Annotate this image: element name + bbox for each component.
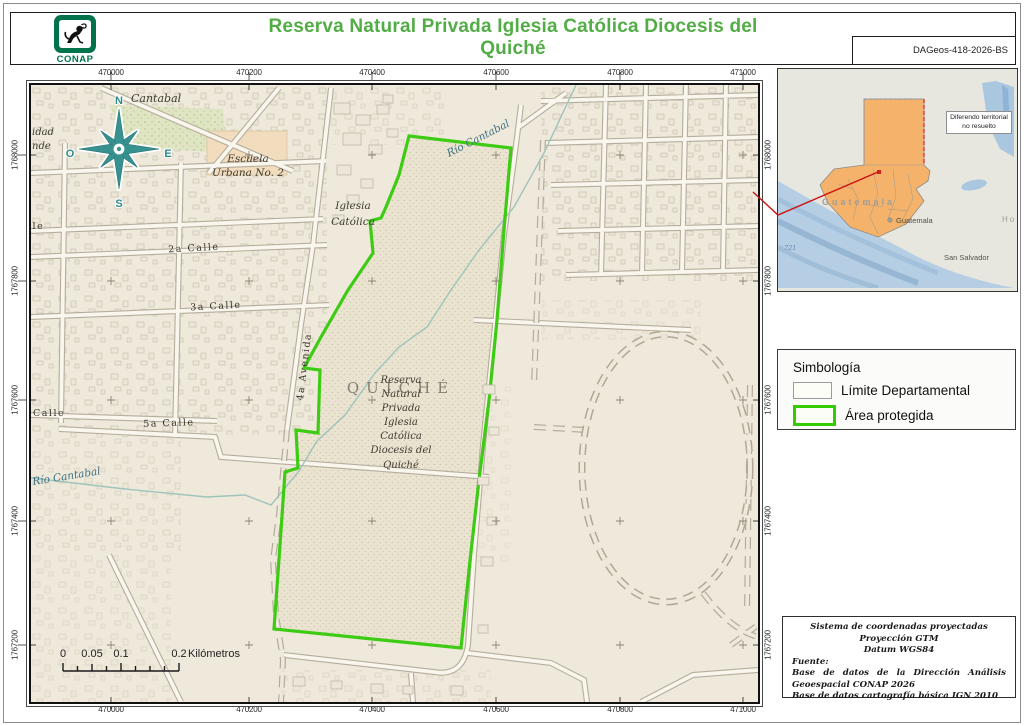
credits-source1: Base de datos de la Dirección Análisis G… [792, 668, 1006, 691]
scale-02: 0.2 [171, 648, 186, 660]
protected-swatch [793, 405, 836, 426]
compass-e: E [164, 148, 171, 160]
xtick-top: 471000 [730, 68, 756, 77]
departmental-swatch [793, 382, 832, 399]
ytick-right: 1768000 [764, 140, 773, 170]
street-calle-partial: lle [31, 221, 44, 232]
doc-code: DAGeos-418-2026-BS [852, 36, 1015, 64]
inset-depth-label: 721 [784, 244, 796, 252]
ytick-left: 1767200 [11, 630, 20, 660]
scale-0: 0 [60, 648, 66, 660]
ytick-left: 1767800 [11, 266, 20, 296]
ytick-right: 1767200 [764, 630, 773, 660]
inset-map: Guatemala Guatemala San Salvador 721 Ho … [777, 68, 1018, 292]
legend-item-departmental: Límite Departamental [793, 382, 970, 399]
reserve-location-dot [877, 170, 881, 174]
scale-01: 0.1 [113, 648, 128, 660]
xtick-top: 470600 [483, 68, 509, 77]
compass-n: N [115, 95, 123, 107]
svg-text:Privada: Privada [381, 403, 421, 414]
map-label-escuela: Escuela [226, 153, 269, 165]
inset-map-svg: Guatemala Guatemala San Salvador 721 Ho [778, 69, 1014, 288]
credits: Sistema de coordenadas proyectadas Proye… [782, 616, 1016, 698]
svg-text:Diocesis del: Diocesis del [370, 445, 432, 456]
city-dot [888, 218, 892, 222]
map-svg: Cantabal Escuela Urbana No. 2 Iglesia Ca… [31, 85, 758, 702]
map-label-partial2: nde [32, 141, 51, 152]
svg-text:Católica: Católica [331, 216, 375, 228]
ytick-left: 1767400 [11, 506, 20, 536]
legend: Simbología Límite Departamental Área pro… [777, 349, 1016, 430]
inset-honduras-partial: Ho [1002, 215, 1014, 224]
ytick-left: 1767600 [11, 385, 20, 415]
scale-005: 0.05 [81, 648, 102, 660]
page-title-line1: Reserva Natural Privada Iglesia Católica… [11, 16, 1015, 38]
ytick-left: 1768000 [11, 140, 20, 170]
svg-text:Iglesia: Iglesia [383, 417, 418, 428]
ytick-right: 1767400 [764, 506, 773, 536]
xtick-top: 470000 [98, 68, 124, 77]
territorial-note: Diferendo territorial no resuelto [946, 111, 1012, 134]
page: { "header": { "logo_text": "CONAP", "tit… [0, 0, 1024, 726]
credits-fuente: Fuente: [792, 657, 1006, 669]
map-label-cantabal: Cantabal [131, 92, 182, 105]
compass-s: S [115, 198, 122, 210]
legend-title: Simbología [793, 360, 861, 375]
map-label-iglesia: Iglesia [334, 200, 370, 212]
svg-text:Reserva: Reserva [380, 375, 422, 386]
legend-label: Límite Departamental [841, 383, 970, 398]
credits-projection: Proyección GTM [792, 634, 1006, 646]
map-frame: Cantabal Escuela Urbana No. 2 Iglesia Ca… [26, 80, 763, 707]
inset-country-label: Guatemala [822, 197, 895, 207]
street-calle: Calle [33, 408, 65, 419]
header: CONAP Reserva Natural Privada Iglesia Ca… [10, 12, 1016, 65]
inset-city-label: Guatemala [896, 216, 934, 225]
scale-unit: Kilómetros [188, 648, 240, 660]
svg-text:Urbana No. 2: Urbana No. 2 [212, 167, 284, 179]
xtick-top: 470800 [607, 68, 633, 77]
legend-label: Área protegida [845, 408, 934, 423]
credits-datum: Datum WGS84 [792, 645, 1006, 657]
compass-o: O [66, 148, 75, 160]
xtick-top: 470200 [236, 68, 262, 77]
ytick-right: 1767600 [764, 385, 773, 415]
svg-text:Natural: Natural [380, 389, 420, 400]
svg-text:Quiché: Quiché [383, 460, 419, 471]
credits-coord-system: Sistema de coordenadas proyectadas [792, 622, 1006, 634]
ytick-right: 1767800 [764, 266, 773, 296]
svg-text:Católica: Católica [380, 431, 422, 442]
legend-item-protected: Área protegida [793, 405, 934, 426]
credits-source2: Base de datos cartografía básica IGN 201… [792, 691, 1006, 703]
xtick-top: 470400 [359, 68, 385, 77]
map-label-partial1: idad [32, 127, 54, 138]
inset-san-salvador-label: San Salvador [944, 253, 990, 262]
street-5a-calle: 5a Calle [143, 417, 195, 430]
map-canvas: Cantabal Escuela Urbana No. 2 Iglesia Ca… [29, 83, 760, 704]
